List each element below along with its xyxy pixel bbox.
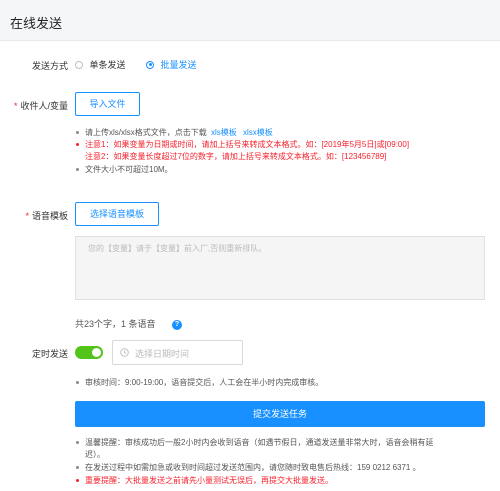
note-file-size-text: 文件大小不可超过10M。 [85, 165, 173, 174]
date-time-placeholder: 选择日期时间 [135, 349, 190, 359]
submit-send-task-button[interactable]: 提交发送任务 [75, 401, 485, 427]
bullet-icon [76, 131, 79, 135]
radio-single-icon [75, 60, 83, 69]
radio-batch-icon [146, 60, 154, 69]
radio-batch-label: 批量发送 [160, 60, 197, 70]
review-time-note: 审核时间：9:00-19:00，语音提交后，人工会在半小时内完成审核。 [76, 377, 323, 389]
page-title: 在线发送 [10, 16, 63, 31]
voice-count: 共23个字，1 条语音 ? [75, 317, 183, 330]
tip-hotline-text: 在发送过程中如需加急或收到时间超过发送范围内，请您随时致电售后热线：159 02… [85, 463, 421, 472]
recipients-label: * 收件人/变量 [8, 99, 68, 112]
voice-content-textarea[interactable]: 您的【变量】请于【变量】前入厂,否则重新排队。 [75, 236, 485, 300]
page-header: 在线发送 [0, 0, 500, 41]
upload-note-text: 请上传xls/xlsx格式文件，点击下载 [85, 128, 207, 137]
voice-template-label: * 语音模板 [8, 209, 68, 222]
required-mark: * [25, 211, 29, 221]
bullet-icon [76, 466, 79, 470]
note-number-format: 注意2：如果变量长度超过7位的数字，请加上括号来转成文本格式。如：[123456… [85, 152, 387, 161]
xlsx-template-link[interactable]: xlsx模板 [243, 128, 273, 137]
note-file-size: 文件大小不可超过10M。 [76, 164, 173, 176]
date-time-input[interactable]: 选择日期时间 [112, 340, 243, 365]
tip-important: 重要提醒：大批量发送之前请先小量测试无误后，再提交大批量发送。 [76, 475, 333, 487]
radio-single[interactable]: 单条发送 [75, 58, 126, 71]
tip-reminder-cont: 迟）。 [85, 450, 105, 459]
import-file-button[interactable]: 导入文件 [75, 92, 140, 116]
voice-template-label-text: 语音模板 [31, 211, 68, 221]
tip-important-text: 重要提醒：大批量发送之前请先小量测试无误后，再提交大批量发送。 [85, 476, 333, 485]
tip-reminder: 温馨提醒：审核成功后一般2小时内会收到语音（如遇节假日，通道发送量非常大时，语音… [76, 437, 433, 449]
upload-note: 请上传xls/xlsx格式文件，点击下载 xls模板 xlsx模板 [76, 127, 273, 139]
recipients-label-text: 收件人/变量 [20, 101, 68, 111]
bullet-icon [76, 143, 79, 147]
bullet-icon [76, 381, 79, 385]
radio-single-label: 单条发送 [89, 60, 126, 70]
tip-reminder-text: 温馨提醒：审核成功后一般2小时内会收到语音（如遇节假日，通道发送量非常大时，语音… [85, 438, 434, 447]
note-date-format-text: 注意1：如果变量为日期或时间，请加上括号来转成文本格式。如：[2019年5月5日… [85, 140, 410, 149]
send-mode-label: 发送方式 [31, 61, 68, 71]
note-date-format: 注意1：如果变量为日期或时间，请加上括号来转成文本格式。如：[2019年5月5日… [76, 139, 409, 151]
review-time-note-text: 审核时间：9:00-19:00，语音提交后，人工会在半小时内完成审核。 [85, 378, 324, 387]
bullet-icon [76, 168, 79, 172]
help-icon[interactable]: ? [172, 319, 183, 330]
voice-count-text: 共23个字，1 条语音 [75, 319, 156, 329]
schedule-label: 定时发送 [31, 349, 68, 359]
schedule-toggle[interactable] [75, 346, 103, 359]
bullet-icon [76, 479, 79, 483]
xls-template-link[interactable]: xls模板 [211, 128, 237, 137]
tip-hotline: 在发送过程中如需加急或收到时间超过发送范围内，请您随时致电售后热线：159 02… [76, 462, 421, 474]
radio-batch[interactable]: 批量发送 [146, 58, 197, 71]
choose-voice-template-button[interactable]: 选择语音模板 [75, 202, 159, 226]
clock-icon [120, 348, 129, 359]
bullet-icon [76, 441, 79, 445]
required-mark: * [13, 101, 18, 111]
